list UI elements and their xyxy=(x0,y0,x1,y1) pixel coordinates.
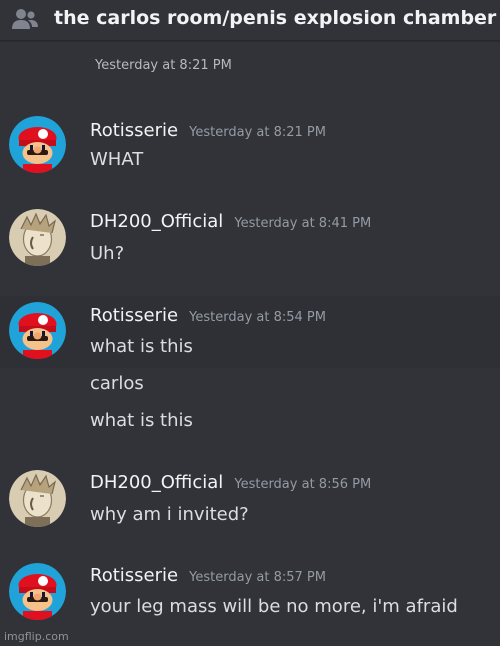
message-text: what is this xyxy=(90,410,193,431)
message-text: what is this xyxy=(90,336,193,357)
sketch-avatar[interactable] xyxy=(9,209,66,266)
message-text: Uh? xyxy=(90,243,125,264)
channel-header: the carlos room/penis explosion chamber xyxy=(0,0,500,41)
message-text: why am i invited? xyxy=(90,504,249,525)
message-author[interactable]: Rotisserie xyxy=(90,305,178,326)
channel-title: the carlos room/penis explosion chamber xyxy=(54,7,497,29)
people-icon xyxy=(12,9,38,29)
message-author[interactable]: DH200_Official xyxy=(90,211,223,232)
message-group: DH200_Official Yesterday at 8:41 PM Uh? xyxy=(0,201,500,275)
mario-avatar[interactable] xyxy=(9,563,66,620)
message-timestamp: Yesterday at 8:54 PM xyxy=(189,310,326,325)
mario-avatar[interactable] xyxy=(9,302,66,359)
message-author[interactable]: Rotisserie xyxy=(90,565,178,586)
message-timestamp: Yesterday at 8:56 PM xyxy=(234,477,372,492)
system-message-timestamp: Yesterday at 8:21 PM xyxy=(95,58,232,73)
message-timestamp: Yesterday at 8:57 PM xyxy=(189,570,326,585)
message-text: your leg mass will be no more, i'm afrai… xyxy=(90,596,458,617)
message-group-hovered: Rotisserie Yesterday at 8:54 PM what is … xyxy=(0,296,500,368)
sketch-avatar[interactable] xyxy=(9,470,66,527)
message-author[interactable]: DH200_Official xyxy=(90,472,223,493)
message-group: Rotisserie Yesterday at 8:57 PM your leg… xyxy=(0,556,500,632)
message-text: WHAT xyxy=(90,149,144,170)
message-author[interactable]: Rotisserie xyxy=(90,120,178,141)
message-text: carlos xyxy=(90,373,144,394)
message-group: DH200_Official Yesterday at 8:56 PM why … xyxy=(0,462,500,540)
message-timestamp: Yesterday at 8:21 PM xyxy=(189,125,326,140)
message-group: Rotisserie Yesterday at 8:21 PM WHAT xyxy=(0,108,500,182)
mario-avatar[interactable] xyxy=(9,116,66,173)
message-timestamp: Yesterday at 8:41 PM xyxy=(234,216,372,231)
imgflip-watermark: imgflip.com xyxy=(4,630,69,643)
